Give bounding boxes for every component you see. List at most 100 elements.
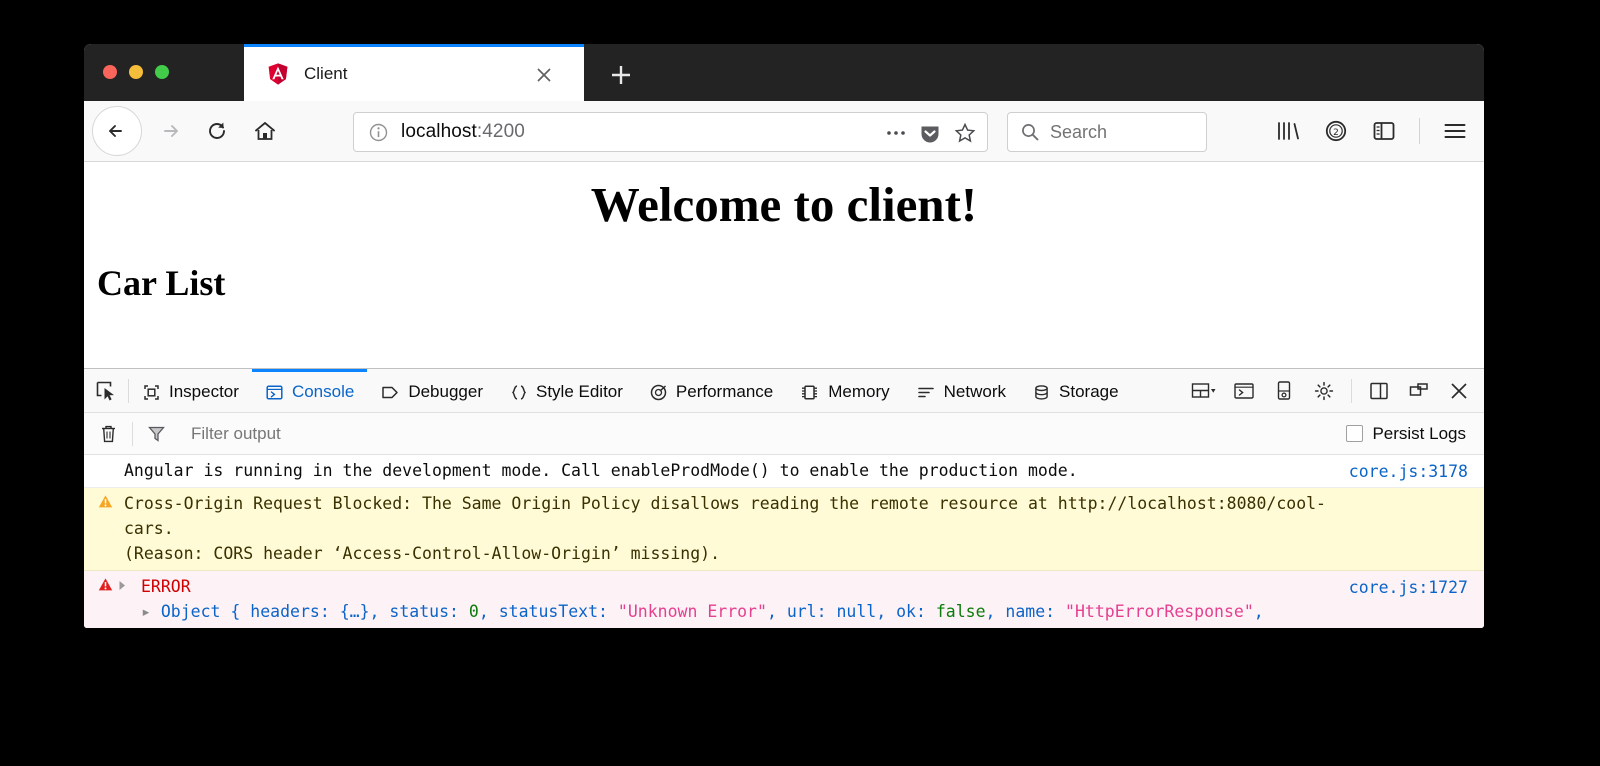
console-icon	[265, 383, 284, 402]
tab-label: Network	[944, 382, 1006, 402]
sidebar-icon[interactable]	[1371, 119, 1397, 143]
network-icon	[916, 383, 936, 402]
separate-window-icon[interactable]	[1402, 374, 1436, 408]
close-window-button[interactable]	[103, 65, 117, 79]
expand-object-triangle-icon[interactable]: ▸	[141, 599, 151, 624]
tab-strip: Client	[84, 44, 1484, 101]
screenshot-icon[interactable]	[1267, 374, 1301, 408]
console-source-link[interactable]: core.js:1727	[1349, 575, 1468, 600]
error-label: ERROR	[84, 574, 1484, 599]
reload-button[interactable]	[202, 116, 232, 146]
tab-label: Debugger	[408, 382, 483, 402]
browser-tab-client[interactable]: Client	[244, 44, 584, 101]
tab-label: Storage	[1059, 382, 1119, 402]
forward-arrow-icon	[158, 118, 184, 144]
debugger-icon	[380, 383, 400, 402]
devtools-toolbar-buttons	[1187, 369, 1476, 412]
new-tab-button[interactable]	[604, 58, 638, 92]
tab-inspector[interactable]: Inspector	[129, 369, 252, 412]
warning-triangle-icon	[98, 494, 113, 509]
tab-console[interactable]: Console	[252, 369, 367, 412]
console-source-link[interactable]: core.js:3178	[1349, 459, 1468, 484]
library-icon[interactable]	[1275, 119, 1301, 143]
object-value: false	[936, 602, 986, 621]
object-value: "Unknown Error"	[618, 602, 767, 621]
dock-side-icon[interactable]	[1362, 374, 1396, 408]
devtools-toolbar: Inspector Console Debugger	[84, 369, 1484, 413]
tab-style-editor[interactable]: Style Editor	[496, 369, 636, 412]
tab-network[interactable]: Network	[903, 369, 1019, 412]
responsive-design-mode-icon[interactable]	[1187, 374, 1221, 408]
object-value: null	[837, 602, 877, 621]
element-picker-icon[interactable]	[84, 369, 128, 412]
page-actions-ellipsis-icon[interactable]	[885, 128, 907, 138]
navigation-toolbar: localhost:4200	[84, 101, 1484, 162]
clear-console-button[interactable]	[84, 424, 132, 444]
object-suffix: }	[956, 627, 966, 628]
object-key: message	[141, 627, 211, 628]
storage-icon	[1032, 383, 1051, 402]
car-list-heading: Car List	[97, 262, 225, 304]
console-row-error[interactable]: ERROR core.js:1727 ▸ Object { headers: {…	[84, 571, 1484, 628]
split-console-icon[interactable]	[1227, 374, 1261, 408]
persist-logs-checkbox[interactable]	[1346, 425, 1363, 442]
page-title: Welcome to client!	[84, 176, 1484, 233]
devtools-tablist: Inspector Console Debugger	[129, 369, 1132, 412]
tab-label: Inspector	[169, 382, 239, 402]
devtools-panel: Inspector Console Debugger	[84, 368, 1484, 628]
back-button[interactable]	[92, 106, 142, 156]
maximize-window-button[interactable]	[155, 65, 169, 79]
object-value: 0	[469, 602, 479, 621]
console-message: Angular is running in the development mo…	[84, 458, 1484, 483]
page-content: Welcome to client! Car List	[84, 162, 1484, 368]
url-text[interactable]: localhost:4200	[401, 121, 525, 143]
close-devtools-icon[interactable]	[1442, 374, 1476, 408]
error-object-preview[interactable]: ▸ Object { headers: {…}, status: 0, stat…	[84, 599, 1484, 628]
pocket-icon[interactable]	[918, 121, 942, 145]
minimize-window-button[interactable]	[129, 65, 143, 79]
filter-output-input[interactable]: Filter output	[191, 424, 281, 444]
url-bar[interactable]: localhost:4200	[353, 112, 988, 152]
star-outline-icon[interactable]	[953, 121, 977, 145]
expand-error-triangle-icon[interactable]	[118, 580, 127, 591]
error-triangle-icon	[98, 577, 113, 592]
tab-label: Performance	[676, 382, 773, 402]
persist-logs-label: Persist Logs	[1372, 424, 1466, 444]
performance-icon	[649, 383, 668, 402]
console-filter-bar: Filter output Persist Logs	[84, 413, 1484, 455]
search-input[interactable]: Search	[1007, 112, 1207, 152]
angular-logo-icon	[266, 62, 290, 86]
account-icon[interactable]: 2	[1323, 118, 1349, 144]
object-key: ok	[896, 602, 916, 621]
window-controls	[103, 65, 169, 79]
search-placeholder: Search	[1050, 122, 1107, 143]
info-circle-icon[interactable]	[368, 122, 389, 143]
object-key: error	[826, 627, 876, 628]
toolbar-right-buttons: 2	[1275, 101, 1468, 161]
object-key: name	[1005, 602, 1045, 621]
tab-performance[interactable]: Performance	[636, 369, 786, 412]
settings-gear-icon[interactable]	[1307, 374, 1341, 408]
forward-button[interactable]	[156, 116, 186, 146]
close-icon[interactable]	[534, 65, 554, 85]
svg-text:2: 2	[1333, 128, 1339, 138]
tab-label: Console	[292, 382, 354, 402]
object-value: "Http failure response for (unknown url)…	[230, 627, 806, 628]
reload-icon	[204, 118, 230, 144]
object-value: {…}	[340, 602, 370, 621]
object-value: "HttpErrorResponse"	[1065, 602, 1254, 621]
tab-title: Client	[304, 64, 347, 84]
object-prefix: Object {	[161, 602, 240, 621]
console-row-info[interactable]: Angular is running in the development mo…	[84, 455, 1484, 488]
tab-label: Memory	[828, 382, 889, 402]
tab-memory[interactable]: Memory	[786, 369, 902, 412]
tab-storage[interactable]: Storage	[1019, 369, 1132, 412]
persist-logs-toggle[interactable]: Persist Logs	[1346, 413, 1466, 454]
tab-debugger[interactable]: Debugger	[367, 369, 496, 412]
home-icon	[252, 118, 278, 144]
funnel-icon[interactable]	[133, 424, 179, 443]
home-button[interactable]	[250, 116, 280, 146]
tab-label: Style Editor	[536, 382, 623, 402]
console-row-warning[interactable]: Cross-Origin Request Blocked: The Same O…	[84, 488, 1484, 571]
hamburger-menu-icon[interactable]	[1442, 120, 1468, 142]
